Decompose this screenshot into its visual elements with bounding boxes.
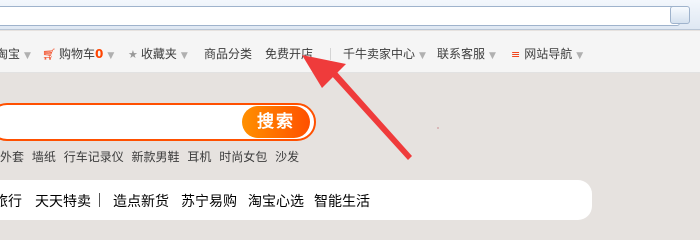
nav-seller-center-label: 千牛卖家中心 (343, 47, 416, 61)
chevron-down-icon: ▼ (489, 51, 496, 61)
channel-link[interactable]: 淘宝心选 (248, 191, 304, 211)
channel-link[interactable]: 旅行 (0, 191, 22, 211)
nav-favorites-link[interactable]: ★ 收藏夹 ▼ (128, 46, 188, 62)
nav-favorites-label: 收藏夹 (140, 47, 177, 61)
nav-cart-label: 购物车 (58, 47, 95, 61)
nav-site-nav-label: 网站导航 (524, 47, 573, 61)
hot-keyword-link[interactable]: 女外套 (0, 150, 24, 164)
channel-divider (99, 193, 100, 207)
chevron-down-icon: ▼ (419, 51, 426, 61)
site-nav: 淘宝 ▼ 🛒︎ 购物车0 ▼ ★ 收藏夹 ▼ 商品分类 免费开店 千牛卖家中心 ▼ 联系客服… (0, 31, 700, 73)
nav-free-store-link[interactable]: 免费开店 (265, 46, 313, 62)
address-bar[interactable] (0, 6, 680, 26)
nav-free-store-label: 免费开店 (265, 47, 314, 61)
nav-site-nav-link[interactable]: ≡ 网站导航 ▼ (511, 46, 583, 62)
hot-keyword-link[interactable]: 行车记录仪 (64, 150, 124, 164)
cart-count-badge: 0 (94, 47, 104, 61)
hot-keyword-link[interactable]: 耳机 (187, 150, 211, 164)
browser-toolbar (0, 0, 700, 30)
chevron-down-icon: ▼ (576, 51, 584, 61)
channel-link[interactable]: 天天特卖 (35, 191, 91, 211)
search-button[interactable]: 搜索 (242, 106, 310, 138)
chevron-down-icon: ▼ (24, 51, 31, 61)
channel-link[interactable]: 智能生活 (314, 191, 370, 211)
background-speck (437, 127, 439, 129)
chevron-down-icon: ▼ (107, 51, 115, 61)
channel-link[interactable]: 苏宁易购 (181, 191, 237, 211)
nav-cart-link[interactable]: 🛒︎ 购物车0 ▼ (42, 46, 114, 62)
menu-icon: ≡ (511, 48, 521, 61)
hot-keyword-link[interactable]: 时尚女包 (219, 150, 267, 164)
hot-keywords: 女外套 墙纸 行车记录仪 新款男鞋 耳机 时尚女包 沙发 (0, 148, 303, 165)
channel-link[interactable]: 造点新货 (113, 191, 169, 211)
chevron-down-icon: ▼ (180, 51, 188, 61)
nav-divider (330, 48, 331, 60)
nav-categories-label: 商品分类 (204, 47, 253, 61)
cart-icon: 🛒︎ (42, 48, 56, 61)
browser-go-button[interactable] (670, 6, 690, 24)
hot-keyword-link[interactable]: 墙纸 (32, 150, 56, 164)
nav-customer-service-link[interactable]: 联系客服 ▼ (437, 46, 496, 62)
annotation-arrow-shaft (330, 71, 412, 160)
nav-taobao-label: 淘宝 (0, 47, 21, 61)
nav-taobao-link[interactable]: 淘宝 ▼ (0, 46, 31, 62)
nav-categories-link[interactable]: 商品分类 (204, 46, 252, 62)
nav-seller-center-link[interactable]: 千牛卖家中心 ▼ (343, 46, 426, 62)
star-icon: ★ (128, 48, 138, 61)
hot-keyword-link[interactable]: 新款男鞋 (132, 150, 180, 164)
hot-keyword-link[interactable]: 沙发 (275, 150, 299, 164)
nav-customer-service-label: 联系客服 (437, 47, 486, 61)
